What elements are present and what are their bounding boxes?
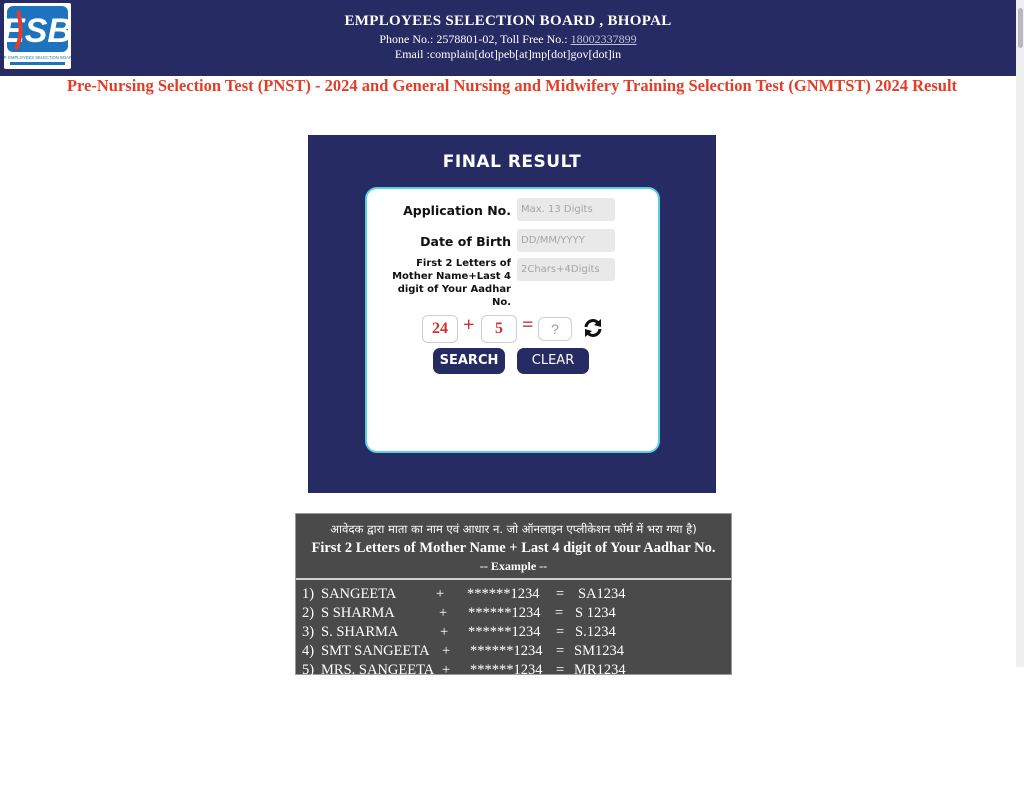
example-row: 2) S SHARMA + ******1234 = S 1234: [302, 605, 616, 621]
clear-button[interactable]: CLEAR: [517, 348, 589, 374]
info-divider: [296, 578, 731, 580]
dob-input[interactable]: [517, 229, 615, 252]
mother-aadhar-input[interactable]: [517, 258, 615, 281]
site-header: ESB M.P. EMPLOYEES SELECTION BOARD EMPLO…: [0, 0, 1016, 76]
example-row: 3) S. SHARMA + ******1234 = S.1234: [302, 624, 616, 640]
dob-label: Date of Birth: [420, 234, 511, 249]
toll-free-link[interactable]: 18002337899: [571, 32, 637, 46]
mother-name-info-box: आवेदक द्वारा माता का नाम एवं आधार न. जो …: [295, 513, 732, 678]
captcha-equals: =: [522, 314, 534, 336]
example-row: 5) MRS. SANGEETA + ******1234 = MR1234: [302, 662, 626, 678]
example-row: 1) SANGEETA + ******1234 = SA1234: [302, 586, 626, 602]
captcha-number-2: 5: [481, 315, 517, 343]
captcha-answer-input[interactable]: [538, 317, 572, 341]
example-row: 4) SMT SANGEETA + ******1234 = SM1234: [302, 643, 624, 659]
scrollbar-thumb[interactable]: [1018, 8, 1023, 48]
hindi-note: आवेदक द्वारा माता का नाम एवं आधार न. जो …: [330, 522, 697, 536]
header-title: EMPLOYEES SELECTION BOARD , BHOPAL: [344, 13, 672, 29]
example-label: -- Example --: [479, 559, 548, 573]
header-email: Email :complain[dot]peb[at]mp[dot]gov[do…: [394, 47, 622, 61]
search-button[interactable]: SEARCH: [433, 348, 505, 374]
info-heading: First 2 Letters of Mother Name + Last 4 …: [311, 540, 716, 556]
refresh-icon[interactable]: [582, 317, 604, 339]
mother-aadhar-label: First 2 Letters of Mother Name+Last 4 di…: [392, 258, 511, 308]
phone-text: Phone No.: 2578801-02, Toll Free No.:: [379, 32, 568, 46]
application-label: Application No.: [403, 203, 511, 218]
panel-heading: FINAL RESULT: [442, 152, 582, 172]
page-title: Pre-Nursing Selection Test (PNST) - 2024…: [66, 76, 958, 95]
final-result-panel: FINAL RESULT Application No. Date of Bir…: [308, 135, 716, 493]
header-phone: Phone No.: 2578801-02, Toll Free No.: 18…: [0, 32, 1016, 47]
result-form-card: Application No. Date of Birth First 2 Le…: [365, 187, 660, 453]
page-scrollbar[interactable]: [1016, 0, 1024, 667]
application-no-input[interactable]: [517, 198, 615, 221]
captcha-number-1: 24: [422, 315, 458, 343]
captcha-plus: +: [463, 314, 475, 336]
